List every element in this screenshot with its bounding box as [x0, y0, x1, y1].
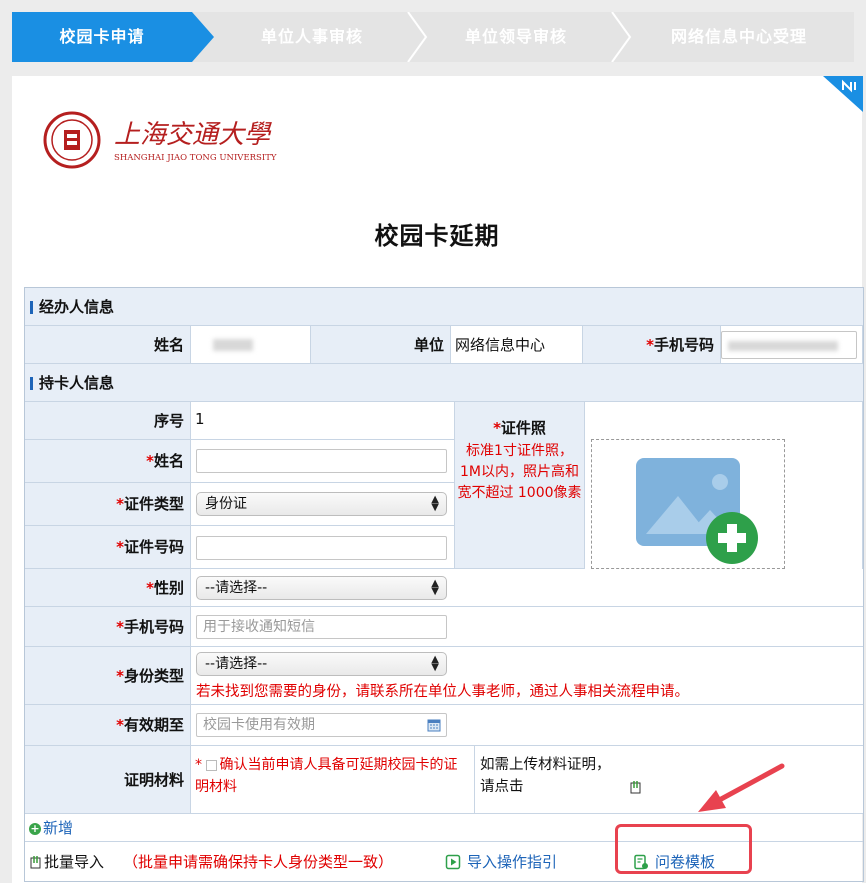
logo-cn-text: 上海交通大學 — [114, 120, 272, 150]
holder-name-input[interactable] — [196, 449, 447, 473]
label-text: 单位 — [413, 336, 444, 354]
updown-arrow-icon: ▲ ▼ — [431, 578, 439, 597]
gender-label: *性别 — [25, 569, 191, 607]
expiry-label: *有效期至 — [25, 705, 191, 746]
photo-requirement-note: 标准1寸证件照，1M以内，照片高和宽不超过 1000像素 — [457, 443, 582, 501]
add-circle-icon: + — [29, 821, 41, 835]
holder-name-label: *姓名 — [25, 440, 191, 483]
label-text: 姓名 — [153, 452, 184, 470]
holder-phone-input[interactable]: 用于接收通知短信 — [196, 615, 447, 639]
label-text: 手机号码 — [123, 618, 184, 636]
label-text: 手机号码 — [653, 336, 714, 354]
redacted-phone — [728, 341, 838, 351]
identity-cell: --请选择-- ▲ ▼ 若未找到您需要的身份，请联系所在单位人事老师，通过人事相关… — [191, 647, 863, 705]
step-leader-review: 单位领导审核 — [418, 12, 614, 62]
bulk-import-note: （批量申请需确保持卡人身份类型一致） — [123, 853, 394, 871]
label-text: 证件类型 — [123, 495, 184, 513]
proof-upload-hint: 如需上传材料证明， — [480, 757, 611, 773]
step-nic-accept: 网络信息中心受理 — [624, 12, 854, 62]
proof-upload-hint-2: 请点击 — [480, 779, 524, 795]
bulk-import-button[interactable]: 批量导入 — [44, 842, 104, 882]
handler-phone-input[interactable] — [721, 331, 857, 359]
idno-label: *证件号码 — [25, 526, 191, 569]
holder-name-cell — [191, 440, 455, 483]
step-label: 校园卡申请 — [59, 27, 145, 46]
label-text: 性别 — [153, 579, 184, 597]
section-header-handler: 经办人信息 — [25, 288, 863, 326]
highlight-callout — [615, 824, 752, 874]
label-text: 证件号码 — [123, 538, 184, 556]
annotation-arrow-icon — [698, 763, 785, 812]
handler-name-value — [191, 326, 311, 364]
add-button[interactable]: 新增 — [43, 819, 73, 837]
handler-unit-value: 网络信息中心 — [451, 326, 583, 364]
empty-cell — [455, 569, 863, 607]
logo-en-text: SHANGHAI JIAO TONG UNIVERSITY — [114, 153, 277, 163]
gender-cell: --请选择-- ▲ ▼ — [191, 569, 455, 607]
step-label: 单位人事审核 — [260, 27, 363, 46]
label-text: 序号 — [153, 412, 184, 430]
calendar-icon[interactable] — [427, 718, 441, 732]
handler-phone-label: *手机号码 — [583, 326, 721, 364]
proof-upload-cell: 如需上传材料证明， 请点击 — [475, 746, 863, 814]
updown-arrow-icon: ▲ ▼ — [431, 654, 439, 673]
proof-check-cell: * 确认当前申请人具备可延期校园卡的证明材料 — [191, 746, 475, 814]
expiry-date-input[interactable]: 校园卡使用有效期 — [196, 713, 447, 737]
gender-select[interactable]: --请选择-- ▲ ▼ — [196, 576, 447, 600]
identity-select[interactable]: --请选择-- ▲ ▼ — [196, 652, 447, 676]
corner-badge-icon — [823, 76, 863, 112]
holder-phone-cell: 用于接收通知短信 — [191, 607, 863, 647]
photo-label-cell: *证件照 标准1寸证件照，1M以内，照片高和宽不超过 1000像素 — [455, 402, 585, 569]
section-header-holder: 持卡人信息 — [25, 364, 863, 402]
idtype-cell: 身份证 ▲ ▼ — [191, 483, 455, 526]
sjtu-seal-icon: 上海交通大學 SHANGHAI JIAO TONG UNIVERSITY — [43, 111, 277, 169]
progress-steps: 校园卡申请 单位人事审核 单位领导审核 网络信息中心受理 — [12, 12, 854, 62]
page-title: 校园卡延期 — [374, 222, 500, 250]
handler-unit-label: 单位 — [311, 326, 451, 364]
idno-input[interactable] — [196, 536, 447, 560]
step-label: 网络信息中心受理 — [670, 27, 807, 46]
seq-label: 序号 — [25, 402, 191, 440]
handler-phone-cell — [721, 326, 863, 364]
proof-checkbox[interactable] — [206, 759, 218, 771]
identity-label: *身份类型 — [25, 647, 191, 705]
select-value: 身份证 — [205, 496, 247, 512]
import-guide-link[interactable]: 导入操作指引 — [467, 842, 557, 882]
label-text: 有效期至 — [123, 716, 184, 734]
play-guide-icon — [445, 854, 461, 870]
photo-upload-box[interactable] — [591, 439, 785, 569]
expiry-cell: 校园卡使用有效期 — [191, 705, 863, 746]
identity-note: 若未找到您需要的身份，请联系所在单位人事老师，通过人事相关流程申请。 — [196, 684, 689, 700]
label-text: 证件照 — [500, 419, 546, 437]
select-value: --请选择-- — [205, 580, 268, 596]
updown-arrow-icon: ▲ ▼ — [431, 494, 439, 513]
proof-check-text: 确认当前申请人具备可延期校园卡的证明材料 — [195, 757, 458, 795]
university-logo: 上海交通大學 SHANGHAI JIAO TONG UNIVERSITY — [42, 110, 282, 174]
idtype-label: *证件类型 — [25, 483, 191, 526]
import-icon — [30, 856, 41, 869]
holder-phone-label: *手机号码 — [25, 607, 191, 647]
step-arrow — [192, 12, 214, 62]
label-text: 身份类型 — [123, 667, 184, 685]
handler-name-label: 姓名 — [25, 326, 191, 364]
step-hr-review: 单位人事审核 — [214, 12, 410, 62]
label-text: 证明材料 — [123, 771, 184, 789]
placeholder-text: 用于接收通知短信 — [203, 619, 315, 635]
idno-cell — [191, 526, 455, 569]
unit-value-text: 网络信息中心 — [455, 336, 546, 354]
placeholder-text: 校园卡使用有效期 — [203, 717, 315, 733]
idtype-select[interactable]: 身份证 ▲ ▼ — [196, 492, 447, 516]
attach-icon[interactable] — [629, 780, 643, 794]
seq-number: 1 — [195, 410, 205, 428]
step-card-apply: 校园卡申请 — [12, 12, 192, 62]
seq-value: 1 — [191, 402, 455, 440]
proof-label: 证明材料 — [25, 746, 191, 814]
step-label: 单位领导审核 — [464, 27, 567, 46]
select-value: --请选择-- — [205, 656, 268, 672]
label-text: 姓名 — [153, 336, 184, 354]
image-placeholder-icon — [636, 458, 758, 564]
redacted-name — [213, 339, 253, 351]
